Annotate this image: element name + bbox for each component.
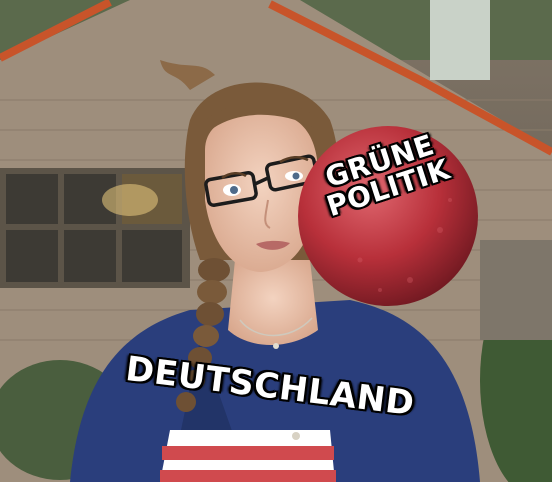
photo-illustration <box>0 0 552 482</box>
striped-shirt <box>160 430 336 482</box>
sweater-button <box>292 432 300 440</box>
side-wall <box>480 240 552 340</box>
necklace-pendant <box>273 343 279 349</box>
neck <box>228 260 318 345</box>
meme-image: GRÜNE POLITIK DEUTSCHLAND <box>0 0 552 482</box>
eye-right-iris <box>292 172 300 180</box>
house-window-upper <box>430 0 490 80</box>
eye-left-iris <box>230 186 238 194</box>
house-window-left <box>0 168 190 288</box>
